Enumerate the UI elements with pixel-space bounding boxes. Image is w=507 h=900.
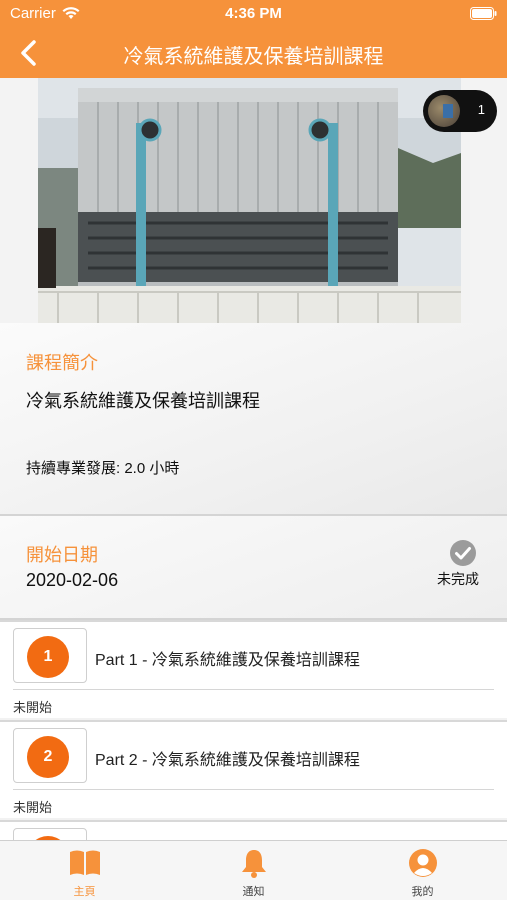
course-intro-section: 課程簡介 冷氣系統維護及保養培訓課程 持續專業發展: 2.0 小時	[0, 323, 507, 514]
navigation-bar: 冷氣系統維護及保養培訓課程	[0, 28, 507, 78]
tab-home[interactable]: 主頁	[0, 841, 169, 900]
page-title: 冷氣系統維護及保養培訓課程	[123, 46, 384, 68]
bell-icon	[242, 850, 266, 878]
list-item[interactable]: 2 Part 2 - 冷氣系統維護及保養培訓課程 未開始	[0, 720, 507, 818]
cpd-hours: 持續專業發展: 2.0 小時	[26, 460, 180, 477]
tab-bar: 主頁 通知 我的	[0, 840, 507, 900]
list-item[interactable]: 3	[0, 820, 507, 840]
intro-heading: 課程簡介	[26, 353, 98, 373]
row-divider	[13, 689, 494, 690]
part-number-tile[interactable]: 1	[13, 628, 87, 683]
start-date-section: 開始日期 2020-02-06 未完成	[0, 516, 507, 618]
part-title[interactable]: Part 2 - 冷氣系統維護及保養培訓課程	[95, 746, 360, 770]
intro-description: 冷氣系統維護及保養培訓課程	[26, 391, 260, 411]
viewer-count-badge[interactable]: 1	[423, 90, 497, 132]
course-hero: 1	[0, 78, 507, 323]
course-parts-list: 1 Part 1 - 冷氣系統維護及保養培訓課程 未開始 2 Part 2 - …	[0, 620, 507, 840]
tab-profile[interactable]: 我的	[338, 841, 507, 900]
part-title[interactable]: Part 1 - 冷氣系統維護及保養培訓課程	[95, 646, 360, 670]
profile-icon	[409, 849, 437, 877]
tab-notifications-label: 通知	[242, 886, 265, 898]
part-number: 2	[27, 736, 69, 778]
part-status: 未開始	[13, 700, 53, 715]
avatar	[428, 95, 460, 127]
course-photo	[38, 78, 461, 323]
back-button[interactable]	[12, 36, 46, 70]
part-number-tile[interactable]: 2	[13, 728, 87, 783]
tab-home-label: 主頁	[73, 886, 96, 898]
book-icon	[70, 850, 100, 875]
check-circle-icon	[450, 540, 476, 566]
status-bar: Carrier 4:36 PM	[0, 0, 507, 28]
part-number-tile[interactable]: 3	[13, 828, 87, 840]
badge-count: 1	[477, 102, 485, 117]
part-number: 1	[27, 636, 69, 678]
battery-icon	[470, 7, 497, 20]
tab-notifications[interactable]: 通知	[169, 841, 338, 900]
part-status: 未開始	[13, 800, 53, 815]
clock-time: 4:36 PM	[225, 5, 282, 22]
list-item[interactable]: 1 Part 1 - 冷氣系統維護及保養培訓課程 未開始	[0, 620, 507, 718]
row-divider	[13, 789, 494, 790]
start-date-heading: 開始日期	[26, 545, 98, 565]
chevron-left-icon	[21, 40, 36, 66]
tab-profile-label: 我的	[411, 886, 434, 898]
start-date-value: 2020-02-06	[26, 570, 119, 590]
completion-status: 未完成	[437, 571, 479, 587]
